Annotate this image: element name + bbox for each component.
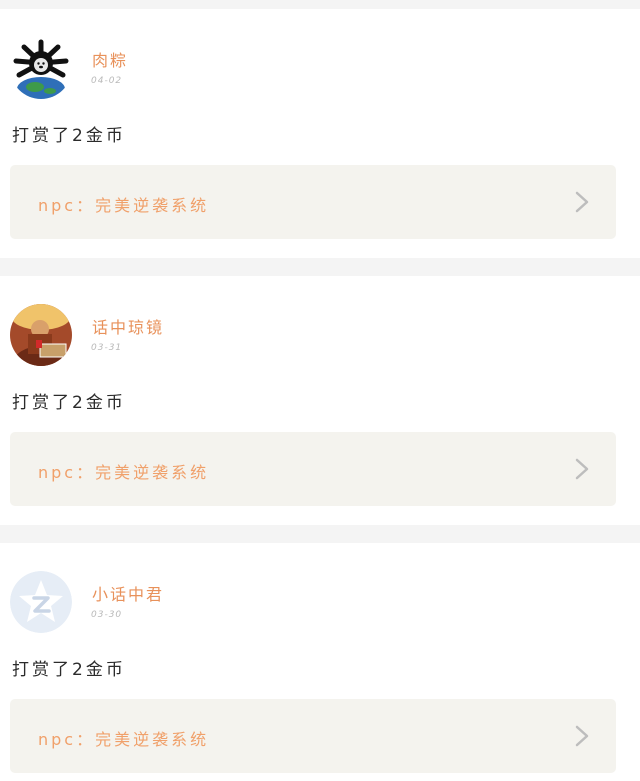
monk-poster-avatar-icon	[10, 304, 72, 366]
bulldog-globe-avatar-icon	[10, 37, 72, 99]
reward-card: 话中琼镜 03-31 打赏了2金币 npc：完美逆袭系统	[0, 276, 640, 525]
reward-card: 肉粽 04-02 打赏了2金币 npc：完美逆袭系统	[0, 9, 640, 258]
book-link-label: npc：完美逆袭系统	[38, 730, 210, 749]
timestamp: 03-31	[91, 343, 123, 353]
username[interactable]: 肉粽	[92, 47, 128, 71]
chevron-right-icon	[575, 458, 589, 480]
reward-card: 小话中君 03-30 打赏了2金币 npc：完美逆袭系统	[0, 543, 640, 781]
chevron-right-icon	[575, 725, 589, 747]
timestamp: 03-30	[91, 610, 123, 620]
default-z-star-avatar-icon	[10, 571, 72, 633]
book-link-label: npc：完美逆袭系统	[38, 196, 210, 215]
avatar[interactable]	[10, 571, 72, 633]
reward-message: 打赏了2金币	[12, 393, 126, 413]
avatar[interactable]	[10, 37, 72, 99]
book-link[interactable]: npc：完美逆袭系统	[10, 699, 616, 773]
book-link[interactable]: npc：完美逆袭系统	[10, 165, 616, 239]
reward-message: 打赏了2金币	[12, 126, 126, 146]
reward-feed: 肉粽 04-02 打赏了2金币 npc：完美逆袭系统 话中琼镜 03-31 打赏…	[0, 0, 640, 781]
username[interactable]: 话中琼镜	[92, 314, 164, 338]
book-link-label: npc：完美逆袭系统	[38, 463, 210, 482]
chevron-right-icon	[575, 191, 589, 213]
book-link[interactable]: npc：完美逆袭系统	[10, 432, 616, 506]
avatar[interactable]	[10, 304, 72, 366]
timestamp: 04-02	[91, 76, 123, 86]
username[interactable]: 小话中君	[92, 581, 164, 605]
reward-message: 打赏了2金币	[12, 660, 126, 680]
